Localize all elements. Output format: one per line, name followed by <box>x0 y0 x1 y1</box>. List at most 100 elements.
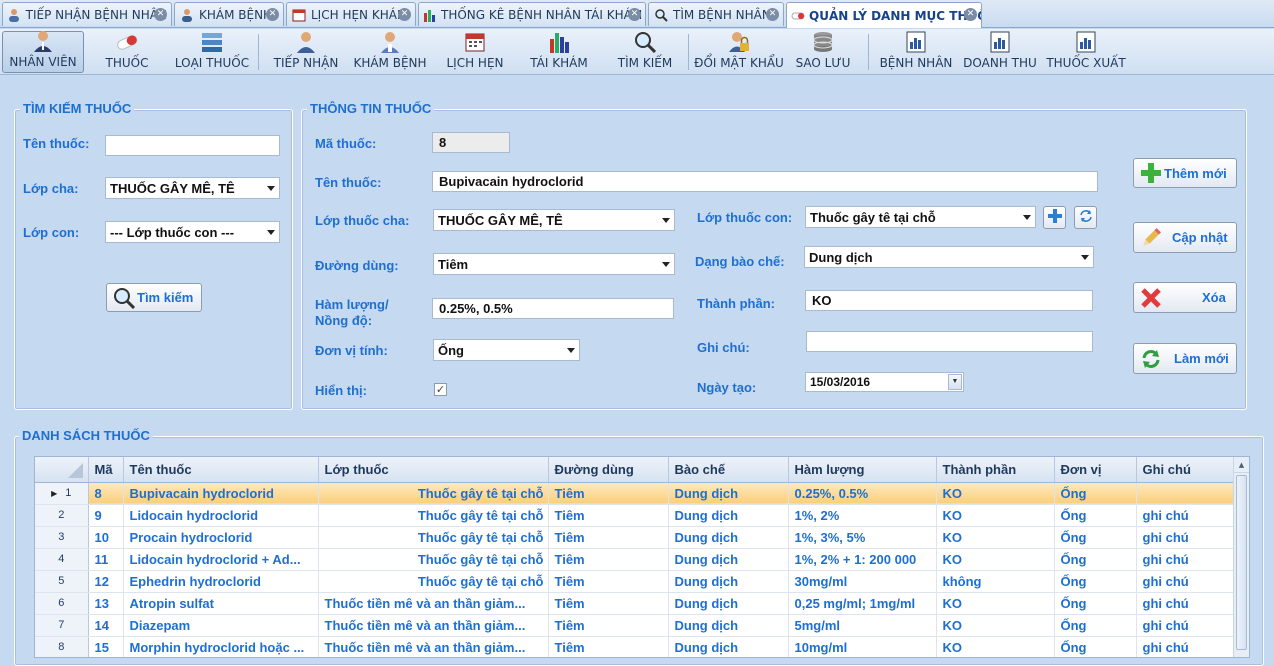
cell-ten[interactable]: Ephedrin hydroclorid <box>123 570 319 593</box>
search-child-select[interactable]: --- Lớp thuốc con --- <box>105 221 280 243</box>
concentration-field[interactable]: 0.25%, 0.5% <box>432 298 674 319</box>
cell-bao[interactable]: Dung dịch <box>668 614 789 637</box>
column-header-ten[interactable]: Tên thuốc <box>123 457 319 483</box>
cell-duong[interactable]: Tiêm <box>548 614 669 637</box>
cell-ma[interactable]: 10 <box>88 526 124 549</box>
cell-duong[interactable]: Tiêm <box>548 592 669 615</box>
visible-checkbox[interactable]: ✓ <box>434 383 447 396</box>
tab-tiep-nhan[interactable]: TIẾP NHẬN BỆNH NHÂN ✕ <box>2 2 172 26</box>
parent-class-select[interactable]: THUỐC GÂY MÊ, TÊ <box>433 209 675 231</box>
toolbar-doanh-thu-button[interactable]: DOANH THU <box>962 31 1038 73</box>
row-header[interactable]: ▶ 1 <box>35 482 89 505</box>
child-class-select[interactable]: Thuốc gây tê tại chỗ <box>805 206 1036 228</box>
cell-duong[interactable]: Tiêm <box>548 526 669 549</box>
toolbar-thuoc-xuat-button[interactable]: THUỐC XUẤT <box>1046 31 1126 73</box>
update-button[interactable]: Cập nhật <box>1133 222 1237 253</box>
table-row[interactable]: ▶ 1 8 Bupivacain hydroclorid Thuốc gây tê tạ… <box>35 482 1237 505</box>
row-header[interactable]: 7 <box>35 614 89 637</box>
cell-don[interactable]: Ống <box>1054 504 1137 527</box>
close-icon[interactable]: ✕ <box>766 8 779 21</box>
table-row[interactable]: 3 10 Procain hydroclorid Thuốc gây tê tại c… <box>35 526 1237 549</box>
row-header[interactable]: 4 <box>35 548 89 571</box>
toolbar-tai-kham-button[interactable]: TÁI KHÁM <box>526 31 592 73</box>
tab-tim-benh-nhan[interactable]: TÌM BỆNH NHÂN ✕ <box>648 2 784 26</box>
cell-ghi[interactable] <box>1136 482 1237 505</box>
row-header[interactable]: 6 <box>35 592 89 615</box>
cell-thanh[interactable]: KO <box>936 504 1055 527</box>
cell-bao[interactable]: Dung dịch <box>668 636 789 657</box>
cell-ham[interactable]: 1%, 3%, 5% <box>788 526 937 549</box>
cell-thanh[interactable]: KO <box>936 592 1055 615</box>
close-icon[interactable]: ✕ <box>154 8 167 21</box>
cell-bao[interactable]: Dung dịch <box>668 482 789 505</box>
route-select[interactable]: Tiêm <box>433 253 675 275</box>
delete-button[interactable]: Xóa <box>1133 282 1237 313</box>
toolbar-tim-kiem-button[interactable]: TÌM KIẾM <box>612 31 678 73</box>
cell-ma[interactable]: 14 <box>88 614 124 637</box>
cell-bao[interactable]: Dung dịch <box>668 526 789 549</box>
cell-lop[interactable]: Thuốc gây tê tại chỗ <box>318 548 549 571</box>
cell-ma[interactable]: 12 <box>88 570 124 593</box>
column-header-ghi-chu[interactable]: Ghi chú <box>1136 457 1237 483</box>
cell-bao[interactable]: Dung dịch <box>668 548 789 571</box>
scroll-up-arrow-icon[interactable]: ▲ <box>1234 457 1249 473</box>
toolbar-doi-mat-khau-button[interactable]: ĐỔI MẬT KHẨU <box>694 31 784 73</box>
cell-ham[interactable]: 1%, 2% <box>788 504 937 527</box>
cell-thanh[interactable]: KO <box>936 548 1055 571</box>
refresh-button[interactable]: Làm mới <box>1133 343 1237 374</box>
add-child-class-button[interactable] <box>1043 206 1066 229</box>
add-new-button[interactable]: Thêm mới <box>1133 158 1237 188</box>
column-header-bao-che[interactable]: Bào chế <box>668 457 789 483</box>
cell-ten[interactable]: Atropin sulfat <box>123 592 319 615</box>
row-header[interactable]: 8 <box>35 636 89 657</box>
column-header-ma[interactable]: Mã <box>88 457 124 483</box>
row-header[interactable]: 2 <box>35 504 89 527</box>
cell-bao[interactable]: Dung dịch <box>668 570 789 593</box>
table-row[interactable]: 7 14 Diazepam Thuốc tiền mê và an thần giảm… <box>35 614 1237 637</box>
close-icon[interactable]: ✕ <box>628 8 641 21</box>
cell-ghi[interactable]: ghi chú <box>1136 548 1237 571</box>
column-header-don-vi[interactable]: Đơn vị <box>1054 457 1137 483</box>
toolbar-thuoc-button[interactable]: THUỐC <box>96 31 158 73</box>
cell-don[interactable]: Ống <box>1054 548 1137 571</box>
calendar-dropdown-icon[interactable]: ▼ <box>948 374 962 390</box>
cell-duong[interactable]: Tiêm <box>548 570 669 593</box>
tab-thong-ke[interactable]: THỐNG KÊ BỆNH NHÂN TÁI KHÁM ✕ <box>418 2 646 26</box>
cell-duong[interactable]: Tiêm <box>548 504 669 527</box>
close-icon[interactable]: ✕ <box>964 8 977 21</box>
cell-ma[interactable]: 13 <box>88 592 124 615</box>
tab-kham-benh[interactable]: KHÁM BỆNH ✕ <box>174 2 284 26</box>
cell-ghi[interactable]: ghi chú <box>1136 570 1237 593</box>
toolbar-bc-benh-nhan-button[interactable]: BỆNH NHÂN <box>878 31 954 73</box>
cell-don[interactable]: Ống <box>1054 592 1137 615</box>
column-header-lop[interactable]: Lớp thuốc <box>318 457 549 483</box>
cell-ten[interactable]: Morphin hydroclorid hoặc ... <box>123 636 319 657</box>
cell-ghi[interactable]: ghi chú <box>1136 614 1237 637</box>
scroll-thumb[interactable] <box>1236 475 1247 650</box>
grid-vertical-scrollbar[interactable]: ▲ <box>1233 457 1249 657</box>
cell-don[interactable]: Ống <box>1054 526 1137 549</box>
toolbar-sao-luu-button[interactable]: SAO LƯU <box>792 31 854 73</box>
cell-ma[interactable]: 9 <box>88 504 124 527</box>
cell-ham[interactable]: 10mg/ml <box>788 636 937 657</box>
cell-lop[interactable]: Thuốc tiền mê và an thần giảm... <box>318 592 549 615</box>
cell-ham[interactable]: 30mg/ml <box>788 570 937 593</box>
cell-ghi[interactable]: ghi chú <box>1136 636 1237 657</box>
name-field[interactable]: Bupivacain hydroclorid <box>432 171 1098 192</box>
created-date-picker[interactable]: 15/03/2016 ▼ <box>805 372 964 392</box>
row-header[interactable]: 3 <box>35 526 89 549</box>
unit-select[interactable]: Ống <box>433 339 580 361</box>
cell-lop[interactable]: Thuốc tiền mê và an thần giảm... <box>318 636 549 657</box>
toolbar-lich-hen-button[interactable]: LỊCH HẸN <box>442 31 508 73</box>
table-row[interactable]: 8 15 Morphin hydroclorid hoặc ... Thuốc tiề… <box>35 636 1237 657</box>
column-header-thanh-phan[interactable]: Thành phần <box>936 457 1055 483</box>
close-icon[interactable]: ✕ <box>266 8 279 21</box>
cell-ma[interactable]: 8 <box>88 482 124 505</box>
table-row[interactable]: 2 9 Lidocain hydroclorid Thuốc gây tê tại c… <box>35 504 1237 527</box>
toolbar-tiep-nhan-button[interactable]: TIẾP NHẬN <box>268 31 344 73</box>
search-name-input[interactable] <box>105 135 280 156</box>
cell-lop[interactable]: Thuốc gây tê tại chỗ <box>318 570 549 593</box>
cell-ten[interactable]: Diazepam <box>123 614 319 637</box>
cell-ma[interactable]: 11 <box>88 548 124 571</box>
cell-thanh[interactable]: KO <box>936 482 1055 505</box>
